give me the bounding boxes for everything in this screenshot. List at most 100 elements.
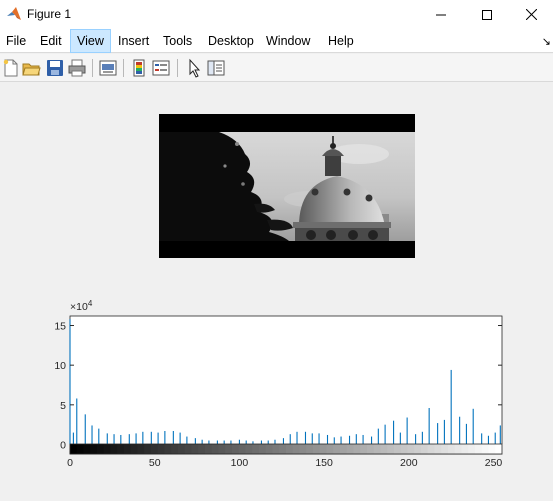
- dock-figure-icon[interactable]: ↘: [542, 35, 551, 48]
- colorbar-segment: [475, 444, 483, 454]
- colorbar-segment: [441, 444, 449, 454]
- title-bar: Figure 1: [0, 0, 553, 29]
- x-tick-label: 250: [485, 457, 503, 469]
- menu-insert[interactable]: Insert: [112, 29, 155, 53]
- colorbar-segment: [110, 444, 118, 454]
- colorbar-segment: [117, 444, 125, 454]
- edit-plot-arrow-icon[interactable]: [184, 58, 204, 78]
- menu-help[interactable]: Help: [322, 29, 360, 53]
- colorbar-segment: [319, 444, 327, 454]
- menu-view[interactable]: View: [70, 29, 111, 53]
- colorbar-segment: [259, 444, 267, 454]
- colorbar-segment: [70, 444, 78, 454]
- colorbar-segment: [272, 444, 280, 454]
- legend-icon[interactable]: [151, 58, 171, 78]
- colorbar-segment: [198, 444, 206, 454]
- y-tick-label: 0: [60, 439, 66, 451]
- maximize-button[interactable]: [464, 0, 510, 29]
- colorbar-segment: [394, 444, 402, 454]
- colorbar-segment: [468, 444, 476, 454]
- property-inspector-icon[interactable]: [206, 58, 226, 78]
- colorbar-segment: [178, 444, 186, 454]
- y-tick-label: 10: [54, 360, 66, 372]
- colorbar-segment: [225, 444, 233, 454]
- colorbar-segment: [265, 444, 273, 454]
- colorbar-segment: [421, 444, 429, 454]
- colorbar-segment: [191, 444, 199, 454]
- colorbar-segment: [97, 444, 105, 454]
- colorbar-segment: [171, 444, 179, 454]
- toolbar-separator: [92, 59, 93, 77]
- y-tick-label: 15: [54, 321, 66, 333]
- colorbar-segment: [292, 444, 300, 454]
- colorbar-segment: [306, 444, 314, 454]
- x-tick-label: 150: [315, 457, 333, 469]
- colorbar-segment: [218, 444, 226, 454]
- colorbar-segment: [279, 444, 287, 454]
- colorbar-segment: [137, 444, 145, 454]
- minimize-icon: [436, 14, 446, 15]
- menu-desktop[interactable]: Desktop: [202, 29, 260, 53]
- grayscale-colorbar: [69, 443, 503, 455]
- colorbar-segment: [427, 444, 435, 454]
- menu-file[interactable]: File: [0, 29, 32, 53]
- colorbar-segment: [205, 444, 213, 454]
- colorbar-segment: [90, 444, 98, 454]
- figure-toolbar: [0, 54, 553, 82]
- colorbar-segment: [448, 444, 456, 454]
- colorbar-segment: [299, 444, 307, 454]
- new-figure-icon[interactable]: [1, 58, 21, 78]
- colorbar-segment: [232, 444, 240, 454]
- colorbar-segment: [387, 444, 395, 454]
- colorbar-segment: [495, 444, 503, 454]
- colorbar-segment: [286, 444, 294, 454]
- minimize-button[interactable]: [418, 0, 464, 29]
- colorbar-segment: [76, 444, 84, 454]
- matlab-logo-icon: [7, 7, 21, 20]
- close-icon: [526, 9, 537, 20]
- colorbar-segment: [144, 444, 152, 454]
- colorbar-icon[interactable]: [129, 58, 149, 78]
- colorbar-segment: [245, 444, 253, 454]
- menu-edit[interactable]: Edit: [34, 29, 68, 53]
- close-button[interactable]: [510, 0, 553, 29]
- colorbar-segment: [400, 444, 408, 454]
- colorbar-segment: [340, 444, 348, 454]
- colorbar-segment: [151, 444, 159, 454]
- colorbar-segment: [373, 444, 381, 454]
- colorbar-segment: [130, 444, 138, 454]
- colorbar-segment: [157, 444, 165, 454]
- menu-tools[interactable]: Tools: [157, 29, 198, 53]
- histogram-chart: 0 5 10 15 0 50 100 150 200 250 ×104: [54, 299, 503, 469]
- x-tick-label: 100: [231, 457, 249, 469]
- colorbar-segment: [488, 444, 496, 454]
- print-preview-icon[interactable]: [98, 58, 118, 78]
- colorbar-segment: [252, 444, 260, 454]
- print-icon[interactable]: [67, 58, 87, 78]
- colorbar-segment: [103, 444, 111, 454]
- colorbar-segment: [353, 444, 361, 454]
- colorbar-segment: [83, 444, 91, 454]
- colorbar-segment: [238, 444, 246, 454]
- save-icon[interactable]: [45, 58, 65, 78]
- colorbar-segment: [333, 444, 341, 454]
- y-exponent-label: ×104: [70, 299, 93, 313]
- colorbar-segment: [414, 444, 422, 454]
- grayscale-image-dome: [159, 114, 415, 258]
- colorbar-segment: [164, 444, 172, 454]
- colorbar-segment: [326, 444, 334, 454]
- x-tick-label: 0: [67, 457, 73, 469]
- open-file-icon[interactable]: [21, 58, 41, 78]
- colorbar-segment: [454, 444, 462, 454]
- colorbar-segment: [346, 444, 354, 454]
- x-tick-label: 50: [149, 457, 161, 469]
- colorbar-segment: [367, 444, 375, 454]
- colorbar-segment: [184, 444, 192, 454]
- y-tick-label: 5: [60, 400, 66, 412]
- colorbar-segment: [481, 444, 489, 454]
- colorbar-segment: [434, 444, 442, 454]
- menu-window[interactable]: Window: [260, 29, 316, 53]
- colorbar-segment: [407, 444, 415, 454]
- colorbar-segment: [124, 444, 132, 454]
- toolbar-separator: [177, 59, 178, 77]
